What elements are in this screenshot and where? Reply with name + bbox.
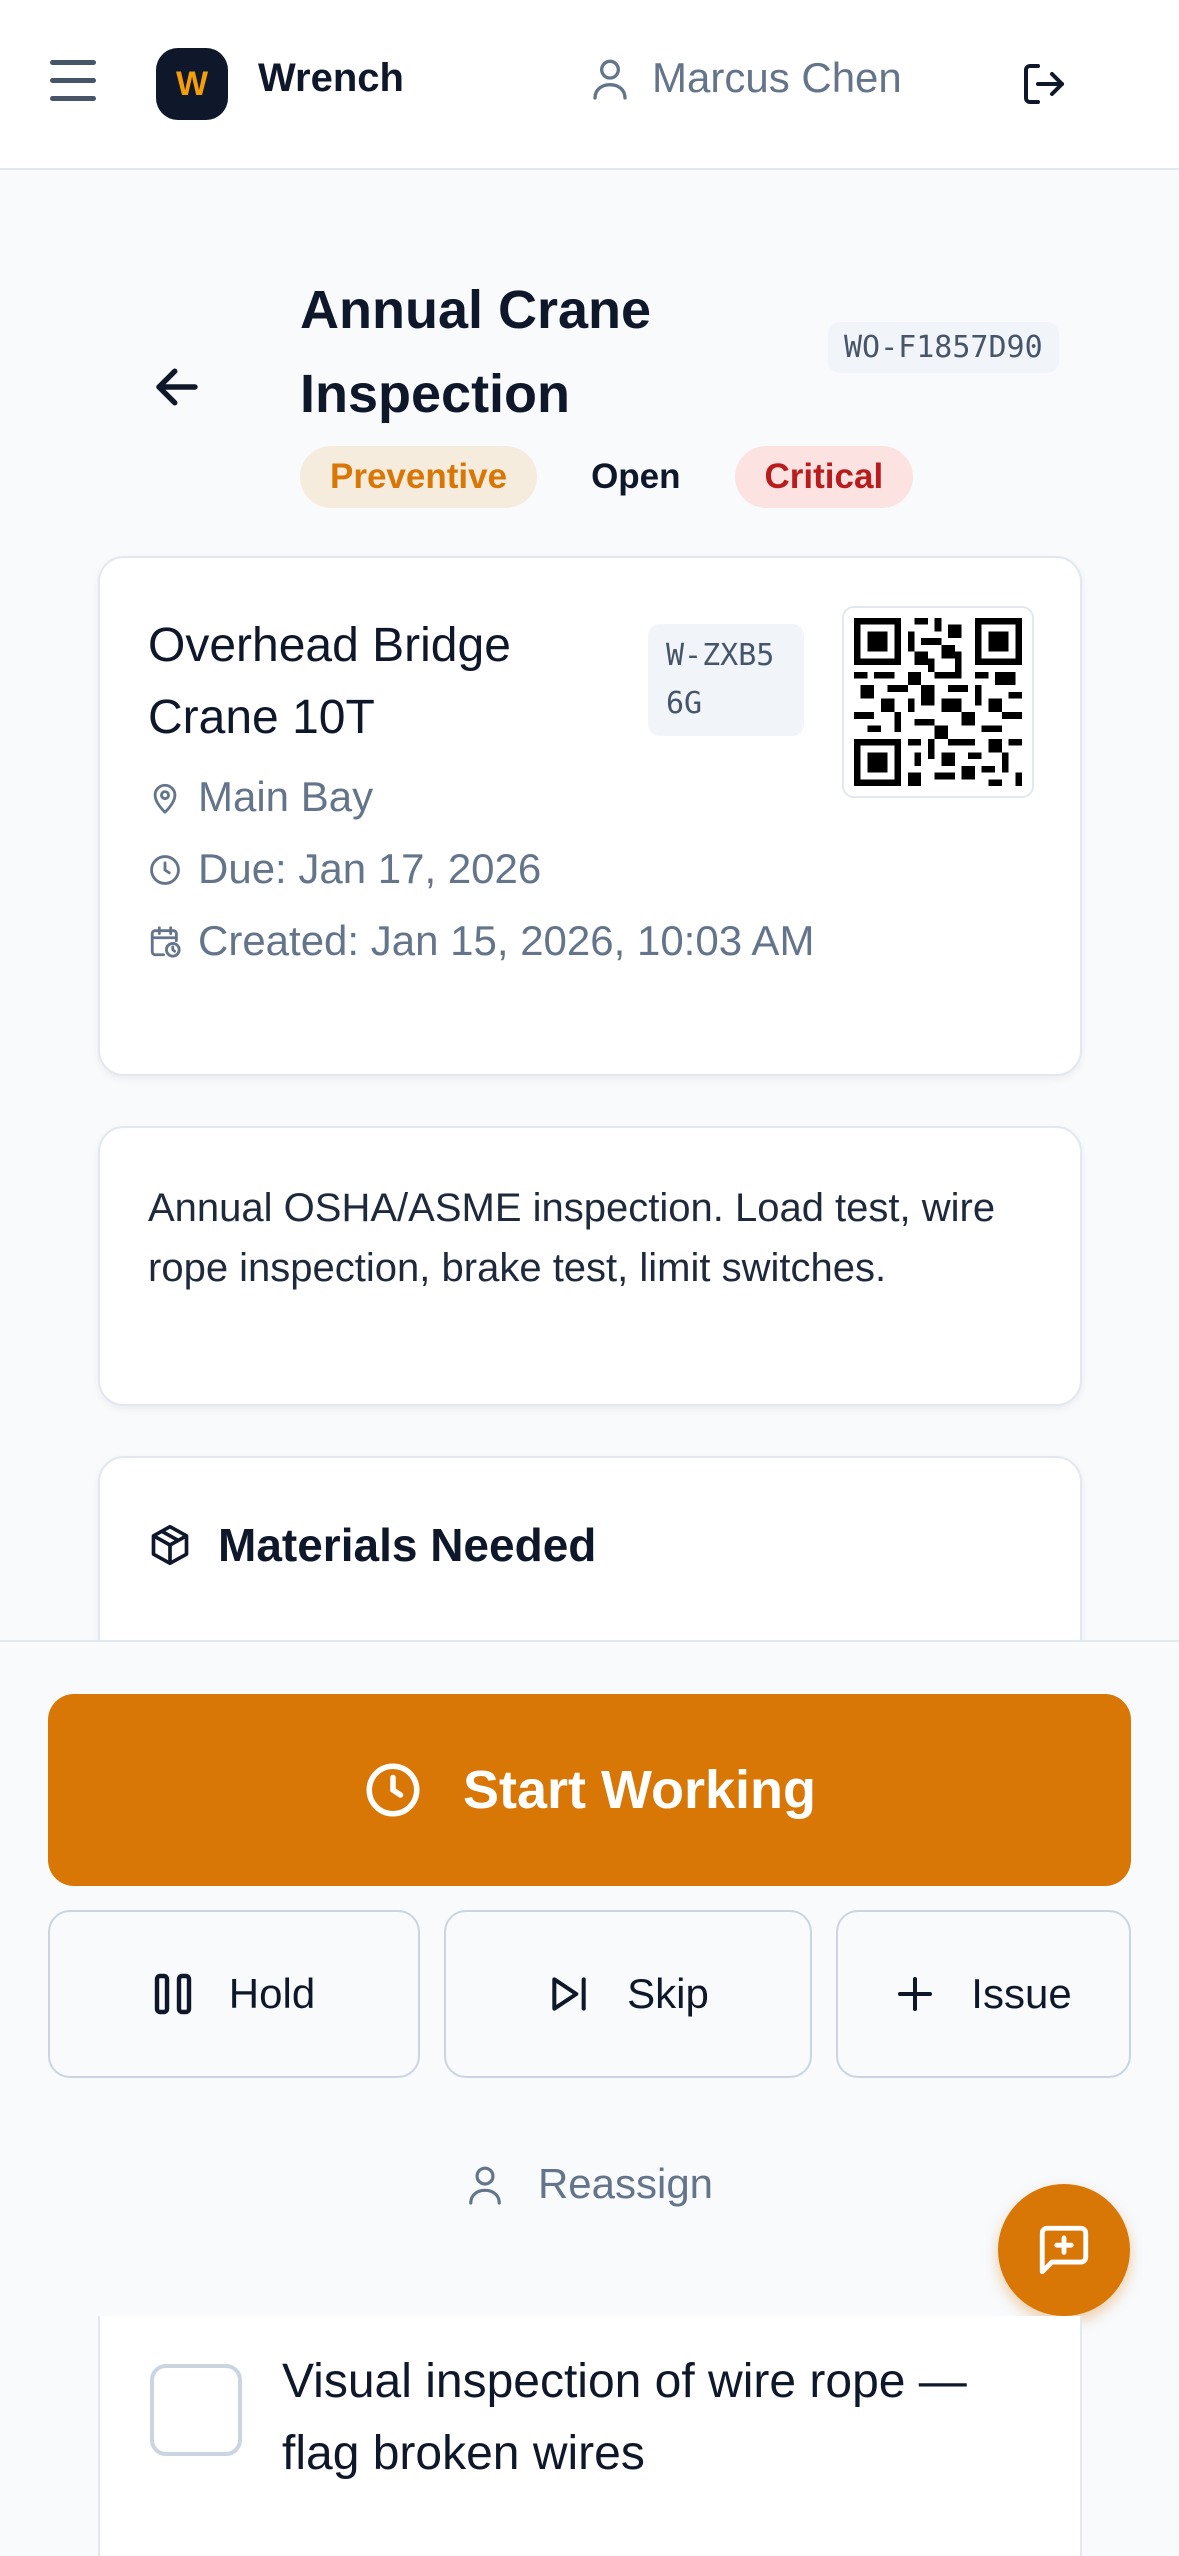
asset-location: Main Bay bbox=[148, 768, 373, 826]
skip-button[interactable]: Skip bbox=[444, 1910, 812, 2078]
pause-icon bbox=[154, 1973, 191, 2015]
issue-button[interactable]: Issue bbox=[836, 1910, 1131, 2078]
asset-due-date: Due: Jan 17, 2026 bbox=[148, 840, 541, 898]
calendar-clock-icon bbox=[150, 926, 181, 958]
reassign-label: Reassign bbox=[537, 2160, 714, 2207]
materials-title: Materials Needed bbox=[218, 1519, 597, 1571]
type-badge: Preventive bbox=[300, 446, 538, 508]
user-icon bbox=[593, 59, 627, 100]
reassign-button[interactable]: Reassign bbox=[0, 2160, 1179, 2208]
checklist-checkbox[interactable] bbox=[150, 2364, 242, 2456]
hold-label: Hold bbox=[228, 1970, 316, 2017]
plus-icon bbox=[898, 1977, 933, 2011]
clock-icon bbox=[150, 855, 180, 885]
qr-code[interactable] bbox=[842, 606, 1034, 798]
skip-forward-icon bbox=[552, 1977, 586, 2011]
asset-card: Overhead Bridge Crane 10T W-ZXB56G Main … bbox=[98, 556, 1082, 1076]
asset-id: W-ZXB56G bbox=[648, 624, 804, 736]
priority-badge: Critical bbox=[734, 446, 914, 508]
asset-name: Overhead Bridge Crane 10T bbox=[148, 619, 511, 744]
materials-header: Materials Needed bbox=[148, 1518, 596, 1572]
created-text: Created: Jan 15, 2026, 10:03 AM bbox=[198, 917, 815, 964]
user-menu[interactable]: Marcus Chen bbox=[590, 54, 902, 102]
status-badge: Open bbox=[591, 457, 681, 496]
user-icon bbox=[469, 2166, 501, 2205]
user-name: Marcus Chen bbox=[652, 54, 902, 101]
skip-label: Skip bbox=[627, 1970, 709, 2017]
start-working-label: Start Working bbox=[462, 1760, 817, 1820]
top-bar: W Wrench Marcus Chen bbox=[0, 0, 1179, 170]
work-order-id: WO-F1857D90 bbox=[828, 322, 1059, 373]
issue-label: Issue bbox=[971, 1970, 1072, 2017]
hold-button[interactable]: Hold bbox=[48, 1910, 420, 2078]
location-text: Main Bay bbox=[198, 773, 374, 820]
checklist-item-label: Visual inspection of wire rope — flag br… bbox=[282, 2355, 967, 2480]
page-title: Annual Crane Inspection bbox=[300, 280, 652, 424]
status-badges: Preventive Open Critical bbox=[300, 446, 914, 508]
package-icon bbox=[151, 1524, 189, 1566]
description-card: Annual OSHA/ASME inspection. Load test, … bbox=[98, 1126, 1082, 1406]
clock-icon bbox=[366, 1763, 420, 1817]
arrow-left-icon[interactable] bbox=[150, 360, 204, 414]
map-pin-icon bbox=[153, 783, 177, 814]
due-text: Due: Jan 17, 2026 bbox=[198, 845, 542, 892]
app-name: Wrench bbox=[258, 56, 404, 100]
start-working-button[interactable]: Start Working bbox=[48, 1694, 1131, 1886]
new-comment-fab[interactable] bbox=[998, 2184, 1130, 2316]
action-sheet: Start Working Hold Skip Issue Reassign bbox=[0, 1640, 1179, 2316]
message-plus-icon bbox=[1039, 2225, 1089, 2275]
app-logo: W bbox=[156, 48, 228, 120]
checklist-card: Visual inspection of wire rope — flag br… bbox=[98, 2316, 1082, 2556]
description-text: Annual OSHA/ASME inspection. Load test, … bbox=[148, 1186, 996, 1290]
menu-icon[interactable] bbox=[50, 60, 106, 108]
asset-created-date: Created: Jan 15, 2026, 10:03 AM bbox=[148, 912, 868, 970]
logout-icon[interactable] bbox=[1020, 60, 1068, 108]
